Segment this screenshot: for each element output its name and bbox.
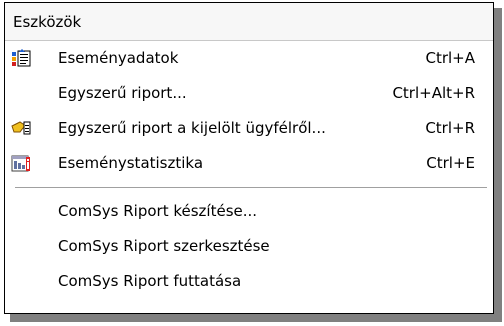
event-data-icon [12,49,31,67]
menu-item-comsys-report-run[interactable]: ComSys Riport futtatása [5,264,493,299]
menu-title: Eszközök [5,3,493,41]
tools-menu-container: Eszközök Eseményadatok Ctrl+A Egyszerű r… [4,2,502,322]
menu-item-label: Eseményadatok [58,49,179,67]
tools-menu: Eszközök Eseményadatok Ctrl+A Egyszerű r… [4,2,494,314]
menu-item-label: Egyszerű riport a kijelölt ügyfélről... [58,119,326,137]
menu-item-comsys-report-create[interactable]: ComSys Riport készítése... [5,194,493,229]
menu-item-label: ComSys Riport futtatása [58,272,242,290]
menu-item-shortcut: Ctrl+R [425,119,475,137]
event-statistics-icon [11,155,30,172]
client-report-icon [11,121,31,135]
menu-item-comsys-report-edit[interactable]: ComSys Riport szerkesztése [5,229,493,264]
menu-item-shortcut: Ctrl+A [425,49,475,67]
menu-item-label: Egyszerű riport... [58,84,187,102]
menu-item-shortcut: Ctrl+Alt+R [392,84,475,102]
menu-separator [5,181,493,194]
menu-item-event-statistics[interactable]: Eseménystatisztika Ctrl+E [5,146,493,181]
menu-item-label: Eseménystatisztika [58,154,204,172]
menu-item-event-data[interactable]: Eseményadatok Ctrl+A [5,41,493,76]
menu-item-label: ComSys Riport készítése... [58,202,258,220]
menu-item-label: ComSys Riport szerkesztése [58,237,270,255]
menu-item-client-report[interactable]: Egyszerű riport a kijelölt ügyfélről... … [5,111,493,146]
menu-item-shortcut: Ctrl+E [426,154,475,172]
menu-item-simple-report[interactable]: Egyszerű riport... Ctrl+Alt+R [5,76,493,111]
